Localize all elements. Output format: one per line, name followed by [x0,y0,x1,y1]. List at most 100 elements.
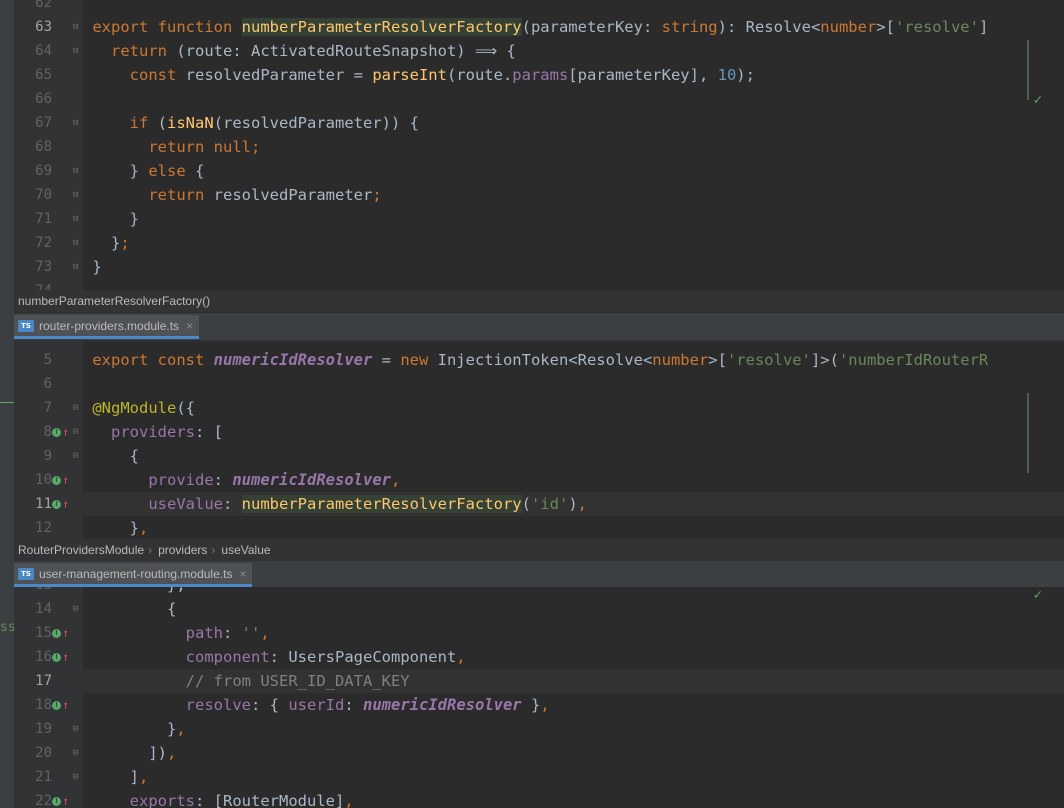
code-area-pane-1[interactable]: export function numberParameterResolverF… [83,0,1064,290]
implemented-icon[interactable]: I [52,652,61,662]
fold-marker-icon[interactable]: ⊟ [73,15,81,39]
gutter-icons[interactable]: I ↑ [52,645,72,669]
line-number[interactable]: 17 [14,669,52,693]
line-number[interactable]: 7 [14,396,52,420]
line-number[interactable]: 74 [14,279,52,290]
gutter-icons[interactable]: I ↑ [52,420,72,444]
override-arrow-icon[interactable]: ↑ [62,698,69,712]
fold-column-pane-1[interactable]: ⊟ ⊟ ⊟ ⊟ ⊟ ⊟ ⊟ ⊟ [73,0,83,290]
code-line[interactable]: return null; [83,135,1064,159]
code-line[interactable]: { [83,597,1064,621]
code-line[interactable]: return resolvedParameter; [83,183,1064,207]
override-arrow-icon[interactable]: ↑ [62,473,69,487]
code-line[interactable]: } [83,255,1064,279]
code-line[interactable]: }, [83,717,1064,741]
code-line[interactable]: @NgModule({ [83,396,1064,420]
editor-pane-2[interactable]: 5 6 7 8 I ↑ 9 10 I ↑ 11 I ↑ 12 ⊟ ⊟ ⊟ export const numer… [14,341,1064,539]
line-number[interactable]: 22 [14,789,52,808]
editor-pane-3[interactable]: 131415I↑16I↑1718I↑19202122I↑ ⊟⊟⊟⊟ }, { p… [14,587,1064,808]
code-line[interactable]: } else { [83,159,1064,183]
line-number[interactable]: 10 [14,468,52,492]
line-number[interactable]: 67 [14,111,52,135]
line-number[interactable]: 63 [14,15,52,39]
code-line[interactable]: export const numericIdResolver = new Inj… [83,348,1064,372]
tab-user-management-routing-module[interactable]: TS user-management-routing.module.ts × [14,563,253,587]
line-number[interactable]: 9 [14,444,52,468]
fold-marker-icon[interactable]: ⊟ [73,39,81,63]
breadcrumb-item[interactable]: providers [158,543,207,557]
line-number[interactable]: 16 [14,645,52,669]
code-line[interactable]: provide: numericIdResolver, [83,468,1064,492]
gutter-pane-2[interactable]: 5 6 7 8 I ↑ 9 10 I ↑ 11 I ↑ 12 [14,341,73,539]
fold-marker-icon[interactable]: ⊟ [73,159,81,183]
line-number[interactable]: 13 [14,587,52,597]
line-number[interactable]: 15 [14,621,52,645]
code-line[interactable]: component: UsersPageComponent, [83,645,1064,669]
code-area-pane-2[interactable]: export const numericIdResolver = new Inj… [83,341,1064,539]
line-number[interactable]: 20 [14,741,52,765]
implemented-icon[interactable]: I [52,427,61,437]
code-line[interactable]: const resolvedParameter = parseInt(route… [83,63,1064,87]
gutter-icons[interactable]: I ↑ [52,693,72,717]
fold-marker-icon[interactable]: ⊟ [73,597,81,621]
code-line[interactable]: useValue: numberParameterResolverFactory… [83,492,1064,516]
fold-column-pane-2[interactable]: ⊟ ⊟ ⊟ [73,341,83,539]
fold-marker-icon[interactable]: ⊟ [73,396,81,420]
line-number[interactable]: 69 [14,159,52,183]
override-arrow-icon[interactable]: ↑ [62,425,69,439]
code-area-pane-3[interactable]: }, { path: '', component: UsersPageCompo… [83,587,1064,808]
line-number[interactable]: 66 [14,87,52,111]
line-number[interactable]: 21 [14,765,52,789]
code-line[interactable] [83,87,1064,111]
fold-marker-icon[interactable]: ⊟ [73,444,81,468]
line-number[interactable]: 68 [14,135,52,159]
editor-pane-1[interactable]: 62636465666768697071727374 ⊟⊟⊟⊟⊟⊟⊟⊟ expo… [14,0,1064,290]
gutter-icons[interactable]: I ↑ [52,468,72,492]
breadcrumb-item[interactable]: numberParameterResolverFactory() [18,294,210,308]
override-arrow-icon[interactable]: ↑ [62,650,69,664]
line-number[interactable]: 5 [14,348,52,372]
tab-router-providers-module[interactable]: TS router-providers.module.ts × [14,314,200,339]
fold-marker-icon[interactable]: ⊟ [73,765,81,789]
code-line[interactable]: ]), [83,741,1064,765]
line-number[interactable]: 19 [14,717,52,741]
implemented-icon[interactable]: I [52,499,61,509]
fold-marker-icon[interactable]: ⊟ [73,420,81,444]
line-number[interactable]: 8 [14,420,52,444]
fold-marker-icon[interactable]: ⊟ [73,231,81,255]
fold-marker-icon[interactable]: ⊟ [73,717,81,741]
code-line[interactable]: return (route: ActivatedRouteSnapshot) ⟹… [83,39,1064,63]
code-line[interactable]: ], [83,765,1064,789]
line-number[interactable]: 6 [14,372,52,396]
fold-marker-icon[interactable]: ⊟ [73,207,81,231]
code-line[interactable]: } [83,207,1064,231]
fold-marker-icon[interactable]: ⊟ [73,741,81,765]
line-number[interactable]: 62 [14,0,52,15]
implemented-icon[interactable]: I [52,475,61,485]
line-number[interactable]: 72 [14,231,52,255]
line-number[interactable]: 11 [14,492,52,516]
gutter-icons[interactable]: I ↑ [52,492,72,516]
code-line[interactable] [83,279,1064,290]
breadcrumb-item[interactable]: RouterProvidersModule [18,543,144,557]
code-line[interactable]: resolve: { userId: numericIdResolver }, [83,693,1064,717]
fold-column-pane-3[interactable]: ⊟ ⊟ ⊟ ⊟ [73,587,83,808]
code-line[interactable]: { [83,444,1064,468]
gutter-pane-1[interactable]: 62636465666768697071727374 [14,0,73,290]
code-line[interactable] [83,372,1064,396]
breadcrumb[interactable]: numberParameterResolverFactory() [14,290,1064,312]
code-line[interactable]: export function numberParameterResolverF… [83,15,1064,39]
line-number[interactable]: 12 [14,516,52,539]
close-icon[interactable]: × [186,314,193,338]
gutter-icons[interactable]: I ↑ [52,789,72,808]
breadcrumb-item[interactable]: useValue [221,543,270,557]
line-number[interactable]: 70 [14,183,52,207]
override-arrow-icon[interactable]: ↑ [62,626,69,640]
inspection-ok-icon[interactable]: ✓ [1034,92,1042,108]
override-arrow-icon[interactable]: ↑ [62,794,69,808]
fold-marker-icon[interactable]: ⊟ [73,255,81,279]
implemented-icon[interactable]: I [52,796,61,806]
code-line[interactable]: }, [83,516,1064,539]
code-line[interactable]: }, [83,587,1064,597]
implemented-icon[interactable]: I [52,628,61,638]
